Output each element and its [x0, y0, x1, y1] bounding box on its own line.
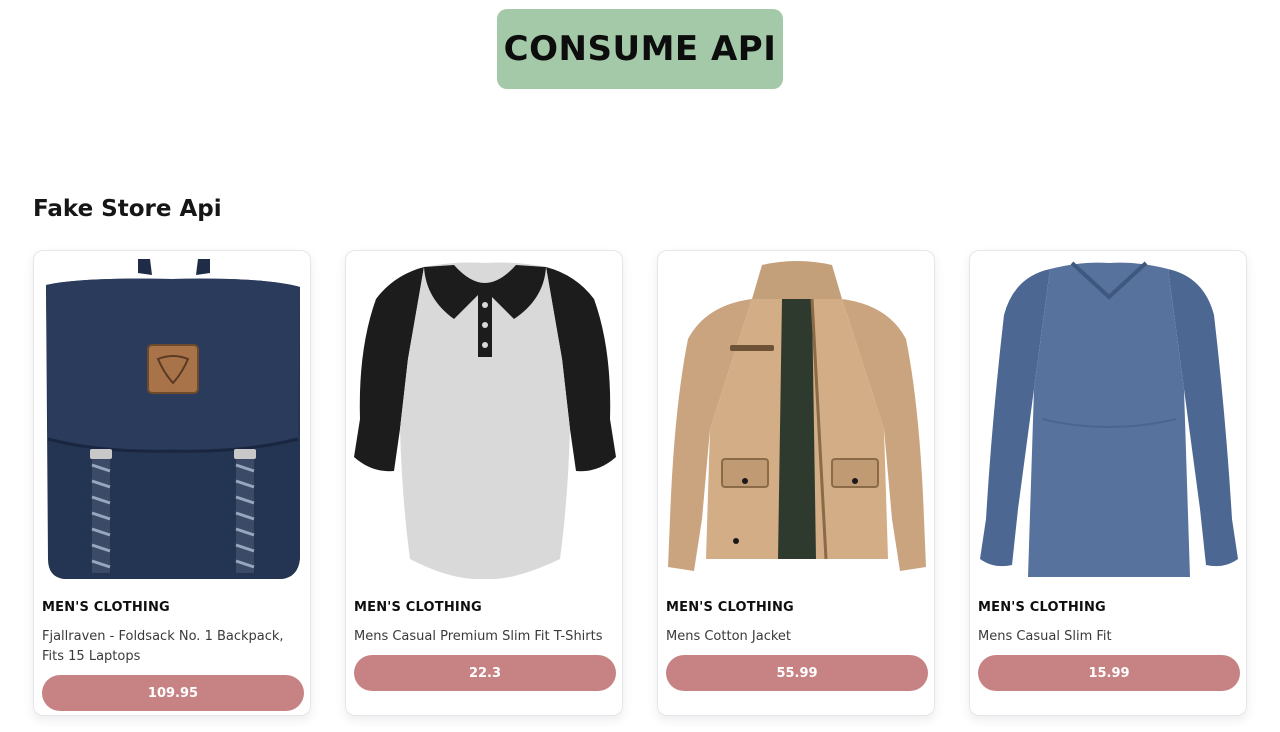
product-image [354, 259, 616, 579]
long-sleeve-tee-image [980, 261, 1238, 577]
product-image [42, 259, 304, 579]
product-card[interactable]: MEN'S CLOTHING Mens Casual Slim Fit 15.9… [969, 250, 1247, 716]
header-banner: CONSUME API [497, 9, 783, 89]
product-title: Mens Casual Premium Slim Fit T-Shirts [354, 629, 603, 644]
product-grid: MEN'S CLOTHING Fjallraven - Foldsack No.… [33, 250, 1247, 718]
product-card[interactable]: MEN'S CLOTHING Mens Casual Premium Slim … [345, 250, 623, 716]
price-button[interactable]: 22.3 [354, 655, 616, 691]
product-card[interactable]: MEN'S CLOTHING Mens Cotton Jacket 55.99 [657, 250, 935, 716]
product-category: MEN'S CLOTHING [978, 600, 1106, 615]
product-image [978, 259, 1240, 579]
product-image [666, 259, 928, 579]
product-card[interactable]: MEN'S CLOTHING Fjallraven - Foldsack No.… [33, 250, 311, 716]
product-title: Mens Casual Slim Fit [978, 629, 1112, 644]
backpack-image [46, 259, 300, 579]
page-title: CONSUME API [503, 29, 777, 69]
product-category: MEN'S CLOTHING [42, 600, 170, 615]
raglan-shirt-image [354, 262, 616, 579]
section-title: Fake Store Api [33, 196, 222, 222]
product-title: Mens Cotton Jacket [666, 629, 792, 644]
price-button[interactable]: 55.99 [666, 655, 928, 691]
product-title: Fjallraven - Foldsack No. 1 Backpack, Fi… [42, 629, 284, 664]
product-category: MEN'S CLOTHING [666, 600, 794, 615]
price-button[interactable]: 109.95 [42, 675, 304, 711]
price-button[interactable]: 15.99 [978, 655, 1240, 691]
jacket-image [668, 261, 926, 571]
product-category: MEN'S CLOTHING [354, 600, 482, 615]
